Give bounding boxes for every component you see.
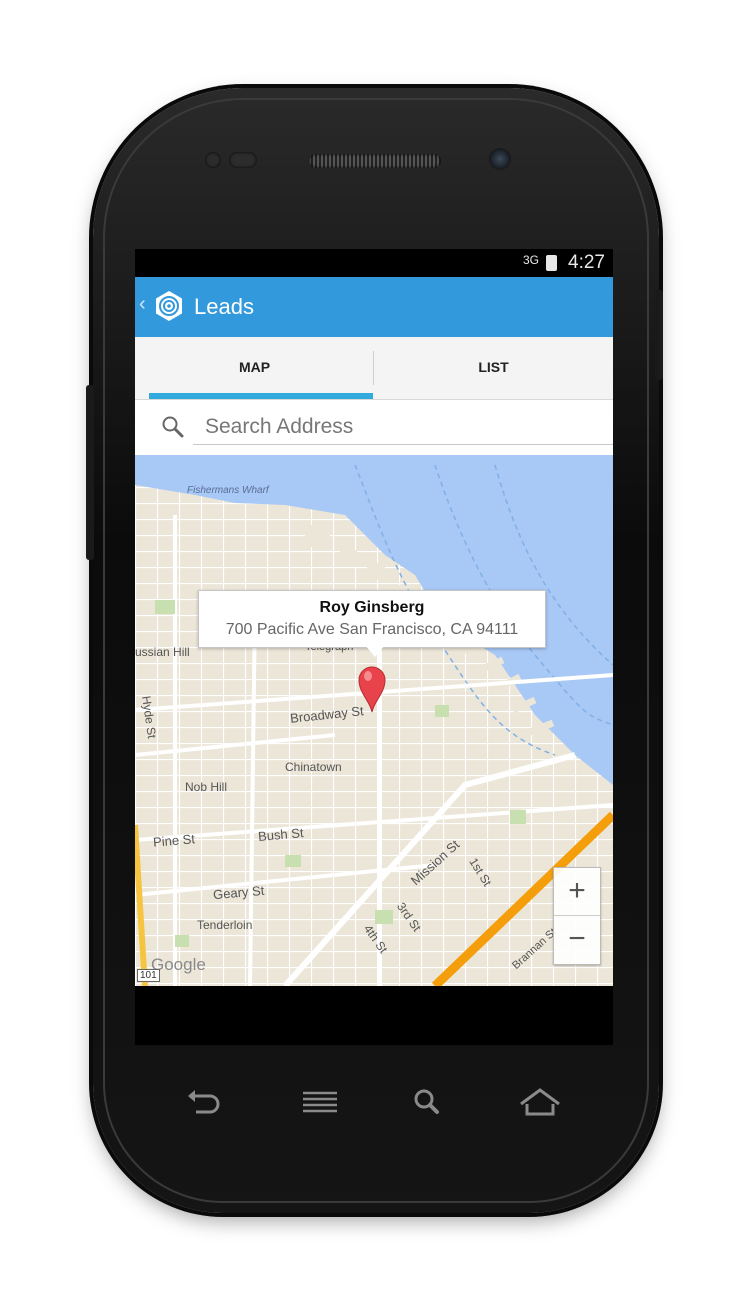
map-label-nob-hill: Nob Hill [185, 780, 228, 794]
tab-selected-indicator [149, 393, 373, 399]
map-label-tenderloin: Tenderloin [197, 918, 253, 932]
status-bar: 3G 4:27 [135, 249, 613, 277]
home-icon[interactable] [515, 1082, 565, 1122]
zoom-in-button[interactable]: + [554, 868, 600, 916]
tab-map[interactable]: MAP [135, 337, 374, 399]
volume-key[interactable] [86, 385, 94, 560]
map-tiles [135, 455, 613, 986]
phone-screen: 3G 4:27 ‹ Leads MAP LIST Search Address … [135, 249, 613, 1045]
map-view[interactable]: Fishermans Wharf ussian Hill Hyde St Tel… [135, 455, 613, 986]
lead-address: 700 Pacific Ave San Francisco, CA 94111 [225, 621, 519, 638]
chevron-left-icon[interactable]: ‹ [139, 293, 146, 316]
status-time: 4:27 [568, 252, 605, 273]
menu-icon[interactable] [295, 1082, 345, 1122]
signal-icon: 3G [522, 253, 539, 267]
page-title: Leads [194, 294, 254, 319]
power-key[interactable] [655, 290, 663, 380]
search-icon[interactable] [403, 1082, 453, 1122]
light-sensor [229, 152, 257, 168]
search-input[interactable] [193, 410, 613, 445]
proximity-sensor [205, 152, 221, 168]
info-window-pointer [365, 645, 385, 657]
map-label-fishermans-wharf: Fishermans Wharf [187, 485, 269, 496]
zoom-out-button[interactable]: − [554, 916, 600, 963]
map-label-chinatown: Chinatown [285, 760, 342, 774]
battery-icon [546, 255, 557, 271]
tab-list[interactable]: LIST [374, 337, 613, 399]
front-camera [489, 148, 511, 170]
action-bar: ‹ Leads [135, 277, 613, 337]
earpiece-speaker [309, 154, 441, 168]
app-logo-icon[interactable] [153, 290, 185, 322]
tab-bar: MAP LIST [135, 337, 613, 400]
highway-101-shield: 101 [137, 969, 160, 982]
marker-info-window[interactable]: Roy Ginsberg 700 Pacific Ave San Francis… [198, 590, 546, 648]
map-label-russian-hill: ussian Hill [135, 645, 190, 659]
system-nav-bar [135, 1060, 613, 1150]
map-pin-icon[interactable] [357, 665, 387, 713]
back-icon[interactable] [180, 1082, 230, 1122]
search-bar [135, 400, 613, 455]
zoom-controls: + − [553, 867, 601, 965]
search-icon [162, 416, 184, 438]
lead-name: Roy Ginsberg [319, 599, 425, 616]
